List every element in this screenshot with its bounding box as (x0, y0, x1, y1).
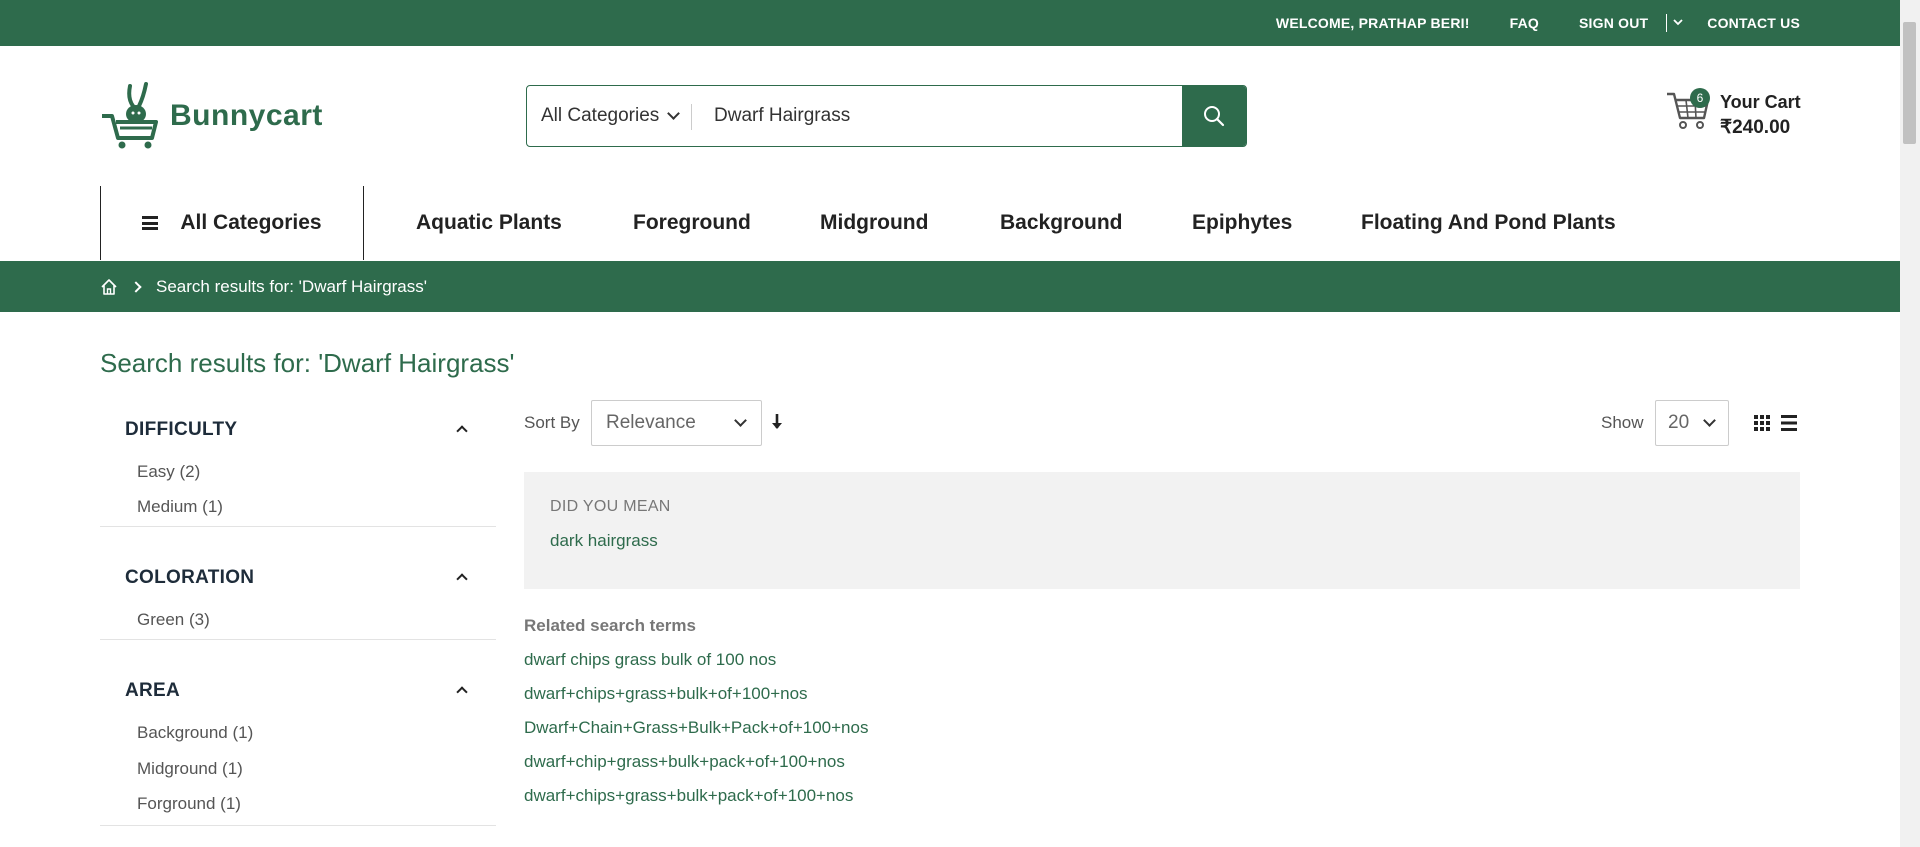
all-categories-label: All Categories (180, 211, 322, 234)
show-label: Show (1601, 413, 1644, 432)
search-input[interactable] (692, 86, 1182, 146)
search-icon (1204, 106, 1225, 127)
sign-out-link[interactable]: SIGN OUT (1579, 15, 1648, 31)
related-term-link[interactable]: Dwarf+Chain+Grass+Bulk+Pack+of+100+nos (524, 718, 868, 738)
category-select[interactable]: All Categories (527, 86, 692, 146)
cart-count-badge: 6 (1690, 88, 1710, 108)
cart-icon: 6 (1666, 86, 1714, 136)
chevron-up-icon[interactable] (456, 573, 468, 585)
related-term-link[interactable]: dwarf+chip+grass+bulk+pack+of+100+nos (524, 752, 845, 772)
welcome-text: WELCOME, PRATHAP BERI! (1275, 15, 1470, 31)
sort-label: Sort By (524, 413, 580, 432)
filter-option[interactable]: Forground (1) (137, 794, 241, 814)
main-nav: All Categories Aquatic Plants Foreground… (100, 186, 1800, 260)
related-term-link[interactable]: dwarf+chips+grass+bulk+pack+of+100+nos (524, 786, 853, 806)
top-links: WELCOME, PRATHAP BERI! FAQ SIGN OUT CONT… (1276, 0, 1800, 46)
filter-title[interactable]: AREA (125, 680, 180, 702)
limit-select[interactable]: 20 (1655, 400, 1729, 446)
did-you-mean-title: DID YOU MEAN (550, 498, 671, 515)
nav-item-epiphytes[interactable]: Epiphytes (1192, 186, 1292, 260)
cart-amount: ₹240.00 (1720, 117, 1791, 138)
filter-difficulty: DIFFICULTY Easy (2) Medium (1) (100, 419, 496, 527)
breadcrumb: Search results for: 'Dwarf Hairgrass' (0, 261, 1900, 312)
nav-item-aquatic-plants[interactable]: Aquatic Plants (416, 186, 562, 260)
sort-direction-icon[interactable] (769, 412, 785, 432)
chevron-up-icon[interactable] (456, 425, 468, 437)
category-select-value: All Categories (541, 105, 660, 126)
filter-option[interactable]: Green (3) (137, 610, 210, 630)
logo[interactable]: Bunnycart (100, 82, 323, 150)
filter-option[interactable]: Background (1) (137, 723, 253, 743)
nav-item-foreground[interactable]: Foreground (633, 186, 751, 260)
chevron-down-icon (1703, 414, 1716, 427)
contact-us-link[interactable]: CONTACT US (1707, 15, 1800, 31)
nav-item-floating-pond-plants[interactable]: Floating And Pond Plants (1361, 186, 1616, 260)
chevron-down-icon (667, 107, 681, 120)
chevron-up-icon[interactable] (456, 686, 468, 698)
cart[interactable]: 6 Your Cart ₹240.00 (1666, 86, 1801, 139)
cart-label: Your Cart (1720, 92, 1801, 112)
filter-option[interactable]: Midground (1) (137, 759, 243, 779)
filter-coloration: COLORATION Green (3) (100, 567, 496, 640)
filter-option[interactable]: Easy (2) (137, 462, 200, 482)
scrollbar-thumb[interactable] (1903, 22, 1916, 144)
brand-name: Bunnycart (170, 99, 323, 132)
grid-view-icon[interactable] (1754, 415, 1770, 431)
limit-select-value: 20 (1668, 412, 1690, 433)
chevron-down-icon[interactable] (1673, 17, 1683, 29)
list-view-icon[interactable] (1781, 415, 1797, 431)
nav-item-midground[interactable]: Midground (820, 186, 928, 260)
top-bar: WELCOME, PRATHAP BERI! FAQ SIGN OUT CONT… (0, 0, 1900, 46)
chevron-right-icon (130, 280, 142, 293)
sort-select[interactable]: Relevance (591, 400, 762, 446)
faq-link[interactable]: FAQ (1510, 15, 1539, 31)
search-button[interactable] (1182, 86, 1246, 146)
related-terms-title: Related search terms (524, 616, 696, 635)
did-you-mean-suggestion[interactable]: dark hairgrass (550, 531, 658, 551)
page-title: Search results for: 'Dwarf Hairgrass' (100, 348, 515, 378)
did-you-mean-box: DID YOU MEAN dark hairgrass (524, 472, 1800, 589)
nav-item-background[interactable]: Background (1000, 186, 1123, 260)
bunny-cart-icon (102, 82, 158, 149)
related-term-link[interactable]: dwarf chips grass bulk of 100 nos (524, 650, 776, 670)
chevron-down-icon (734, 414, 747, 427)
filter-title[interactable]: COLORATION (125, 567, 254, 589)
menu-icon (142, 216, 159, 230)
breadcrumb-current: Search results for: 'Dwarf Hairgrass' (156, 276, 428, 296)
scrollbar[interactable] (1900, 0, 1920, 847)
divider (1666, 14, 1668, 32)
related-term-link[interactable]: dwarf+chips+grass+bulk+of+100+nos (524, 684, 808, 704)
all-categories-button[interactable]: All Categories (100, 186, 364, 260)
filter-title[interactable]: DIFFICULTY (125, 419, 237, 441)
search-bar: All Categories (526, 85, 1247, 147)
sort-select-value: Relevance (606, 412, 696, 433)
filter-area: AREA Background (1) Midground (1) Forgro… (100, 680, 496, 826)
home-icon[interactable] (100, 278, 118, 296)
filter-option[interactable]: Medium (1) (137, 497, 223, 517)
